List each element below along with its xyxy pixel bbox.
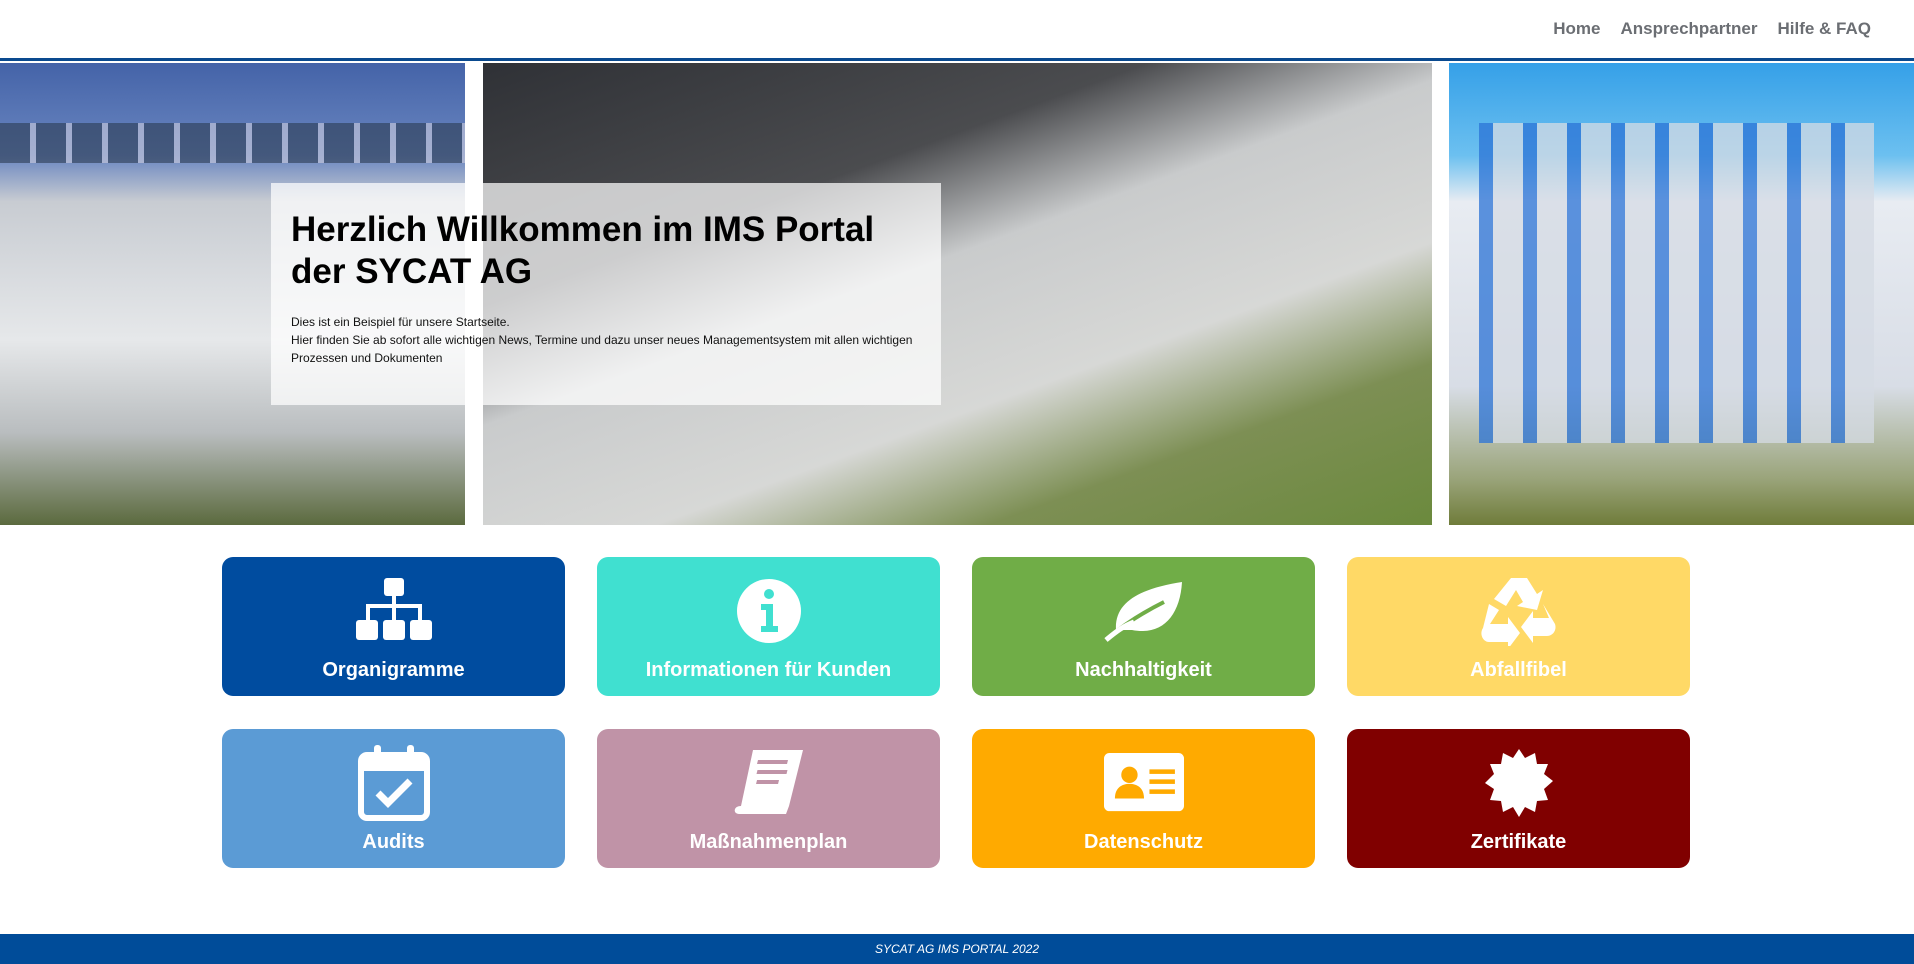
tile-datenschutz[interactable]: Datenschutz: [972, 729, 1315, 868]
calendar-check-icon: [354, 745, 434, 821]
tile-nachhaltigkeit[interactable]: Nachhaltigkeit: [972, 557, 1315, 696]
recycle-icon: [1479, 573, 1559, 649]
tile-label: Audits: [362, 831, 425, 853]
certificate-seal-icon: [1479, 745, 1559, 821]
tile-label: Informationen für Kunden: [645, 659, 892, 681]
book-icon: [729, 745, 809, 821]
tile-organigramme[interactable]: Organigramme: [222, 557, 565, 696]
tile-label: Datenschutz: [1084, 831, 1203, 853]
welcome-box: Herzlich Willkommen im IMS Portal der SYC…: [271, 183, 941, 405]
org-chart-icon: [354, 573, 434, 649]
info-icon: [729, 573, 809, 649]
nav-ansprechpartner[interactable]: Ansprechpartner: [1621, 19, 1758, 39]
tile-label: Abfallfibel: [1470, 659, 1567, 681]
hero-image-building-shanghai: [1449, 63, 1914, 525]
welcome-text: Dies ist ein Beispiel für unsere Startse…: [291, 315, 913, 365]
tile-audits[interactable]: Audits: [222, 729, 565, 868]
top-navigation: Home Ansprechpartner Hilfe & FAQ: [0, 0, 1914, 58]
nav-hilfe-faq[interactable]: Hilfe & FAQ: [1777, 19, 1871, 39]
hero-banner: Herzlich Willkommen im IMS Portal der SYC…: [0, 63, 1914, 525]
footer: SYCAT AG IMS PORTAL 2022: [0, 934, 1914, 964]
id-card-icon: [1103, 745, 1184, 821]
tile-label: Nachhaltigkeit: [1075, 659, 1212, 681]
tile-zertifikate[interactable]: Zertifikate: [1347, 729, 1690, 868]
welcome-title: Herzlich Willkommen im IMS Portal der SYC…: [291, 210, 875, 291]
tile-informationen-fuer-kunden[interactable]: Informationen für Kunden: [597, 557, 940, 696]
tile-grid: Organigramme Informationen für Kunden Na…: [222, 557, 1690, 868]
leaf-icon: [1103, 573, 1184, 649]
tile-abfallfibel[interactable]: Abfallfibel: [1347, 557, 1690, 696]
tile-label: Maßnahmenplan: [689, 831, 848, 853]
tile-label: Organigramme: [322, 659, 465, 681]
tile-label: Zertifikate: [1470, 831, 1567, 853]
nav-home[interactable]: Home: [1553, 19, 1600, 39]
tile-massnahmenplan[interactable]: Maßnahmenplan: [597, 729, 940, 868]
